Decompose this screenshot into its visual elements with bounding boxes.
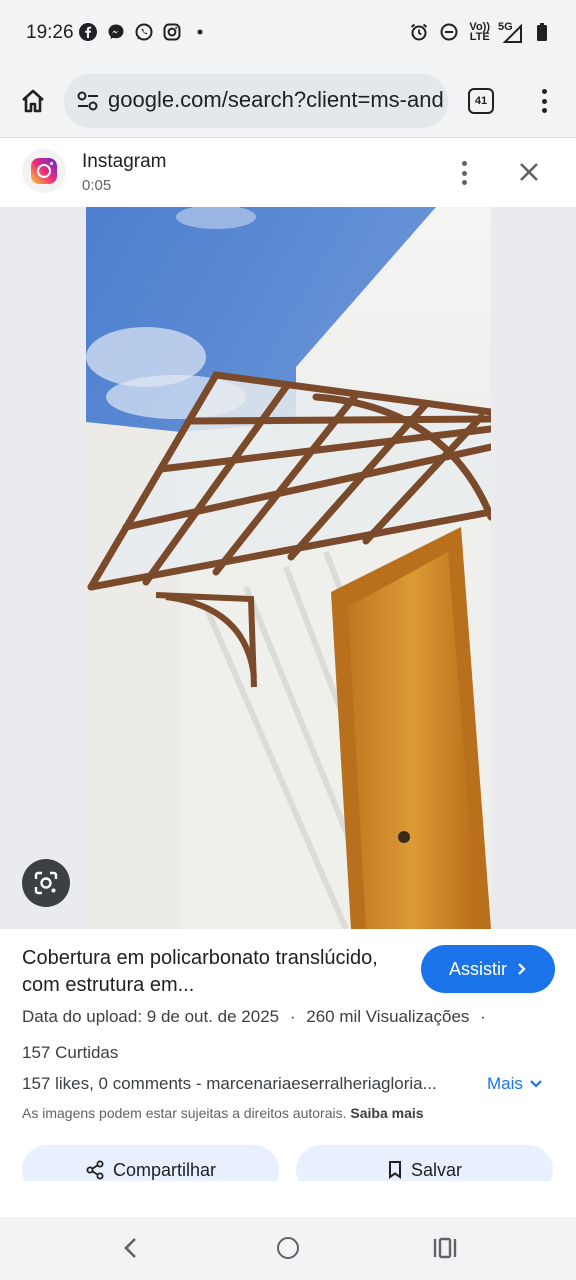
upload-meta: Data do upload: 9 de out. de 2025 · 260 …: [22, 1007, 486, 1027]
system-icons: Vo)) LTE 5G: [409, 21, 552, 43]
meta-separator: ·: [480, 1007, 486, 1026]
facebook-icon: [78, 22, 98, 42]
more-label: Mais: [487, 1074, 523, 1093]
status-time: 19:26: [26, 22, 74, 43]
chevron-down-icon: [530, 1080, 542, 1088]
copyright-notice: As imagens podem estar sujeitas a direit…: [22, 1105, 424, 1121]
bookmark-icon: [388, 1161, 401, 1179]
image-viewer: [0, 207, 576, 929]
home-nav-icon[interactable]: [277, 1237, 299, 1259]
video-duration: 0:05: [82, 177, 112, 194]
source-name[interactable]: Instagram: [82, 151, 166, 173]
close-icon[interactable]: [514, 157, 544, 187]
more-options-icon[interactable]: [452, 159, 476, 187]
system-navigation-bar: [0, 1217, 576, 1280]
battery-icon: [532, 22, 552, 42]
url-text[interactable]: google.com/search?client=ms-and: [108, 87, 444, 113]
lens-icon: [34, 871, 58, 895]
instagram-icon: [162, 22, 182, 42]
upload-date: Data do upload: 9 de out. de 2025: [22, 1007, 280, 1026]
volte-icon: Vo)) LTE: [469, 21, 490, 43]
share-icon: [86, 1160, 104, 1180]
whatsapp-icon: [134, 22, 154, 42]
alarm-icon: [409, 22, 429, 42]
save-label: Salvar: [410, 1159, 463, 1180]
home-icon[interactable]: [18, 86, 48, 116]
overflow-menu-icon[interactable]: [532, 86, 556, 116]
result-info-panel: Cobertura em policarbonato translúcido, …: [0, 929, 576, 1217]
instagram-logo-icon: [22, 149, 66, 193]
tab-switcher-button[interactable]: 41: [468, 88, 494, 114]
result-description: 157 likes, 0 comments - marcenariaeserra…: [22, 1074, 437, 1093]
dnd-icon: [439, 22, 459, 42]
recents-icon[interactable]: [432, 1237, 458, 1259]
likes-count: 157 Curtidas: [22, 1043, 119, 1062]
site-settings-icon[interactable]: [76, 90, 100, 112]
copyright-text: As imagens podem estar sujeitas a direit…: [22, 1105, 347, 1121]
meta-separator: ·: [289, 1007, 296, 1026]
status-bar: 19:26 Vo)) LTE 5G: [0, 0, 576, 66]
browser-toolbar: google.com/search?client=ms-and 41: [0, 66, 576, 138]
panel-scroll-edge: [0, 1181, 576, 1217]
messenger-icon: [106, 22, 126, 42]
share-label: Compartilhar: [112, 1159, 217, 1180]
watch-button-label: Assistir: [449, 958, 507, 979]
google-lens-button[interactable]: [22, 859, 70, 907]
view-count: 260 mil Visualizações: [306, 1007, 470, 1026]
source-header: Instagram 0:05: [0, 139, 576, 207]
more-button[interactable]: Mais: [487, 1074, 543, 1094]
preview-image[interactable]: [86, 207, 491, 929]
learn-more-link[interactable]: Saiba mais: [350, 1105, 423, 1121]
back-icon[interactable]: [118, 1235, 144, 1261]
signal-icon: 5G: [498, 22, 522, 43]
watch-button[interactable]: Assistir: [421, 945, 555, 993]
chevron-right-icon: [518, 963, 526, 975]
result-title[interactable]: Cobertura em policarbonato translúcido, …: [22, 945, 402, 999]
dot-icon: [190, 22, 210, 42]
notification-icons: [78, 22, 210, 42]
address-bar[interactable]: google.com/search?client=ms-and: [64, 74, 448, 128]
